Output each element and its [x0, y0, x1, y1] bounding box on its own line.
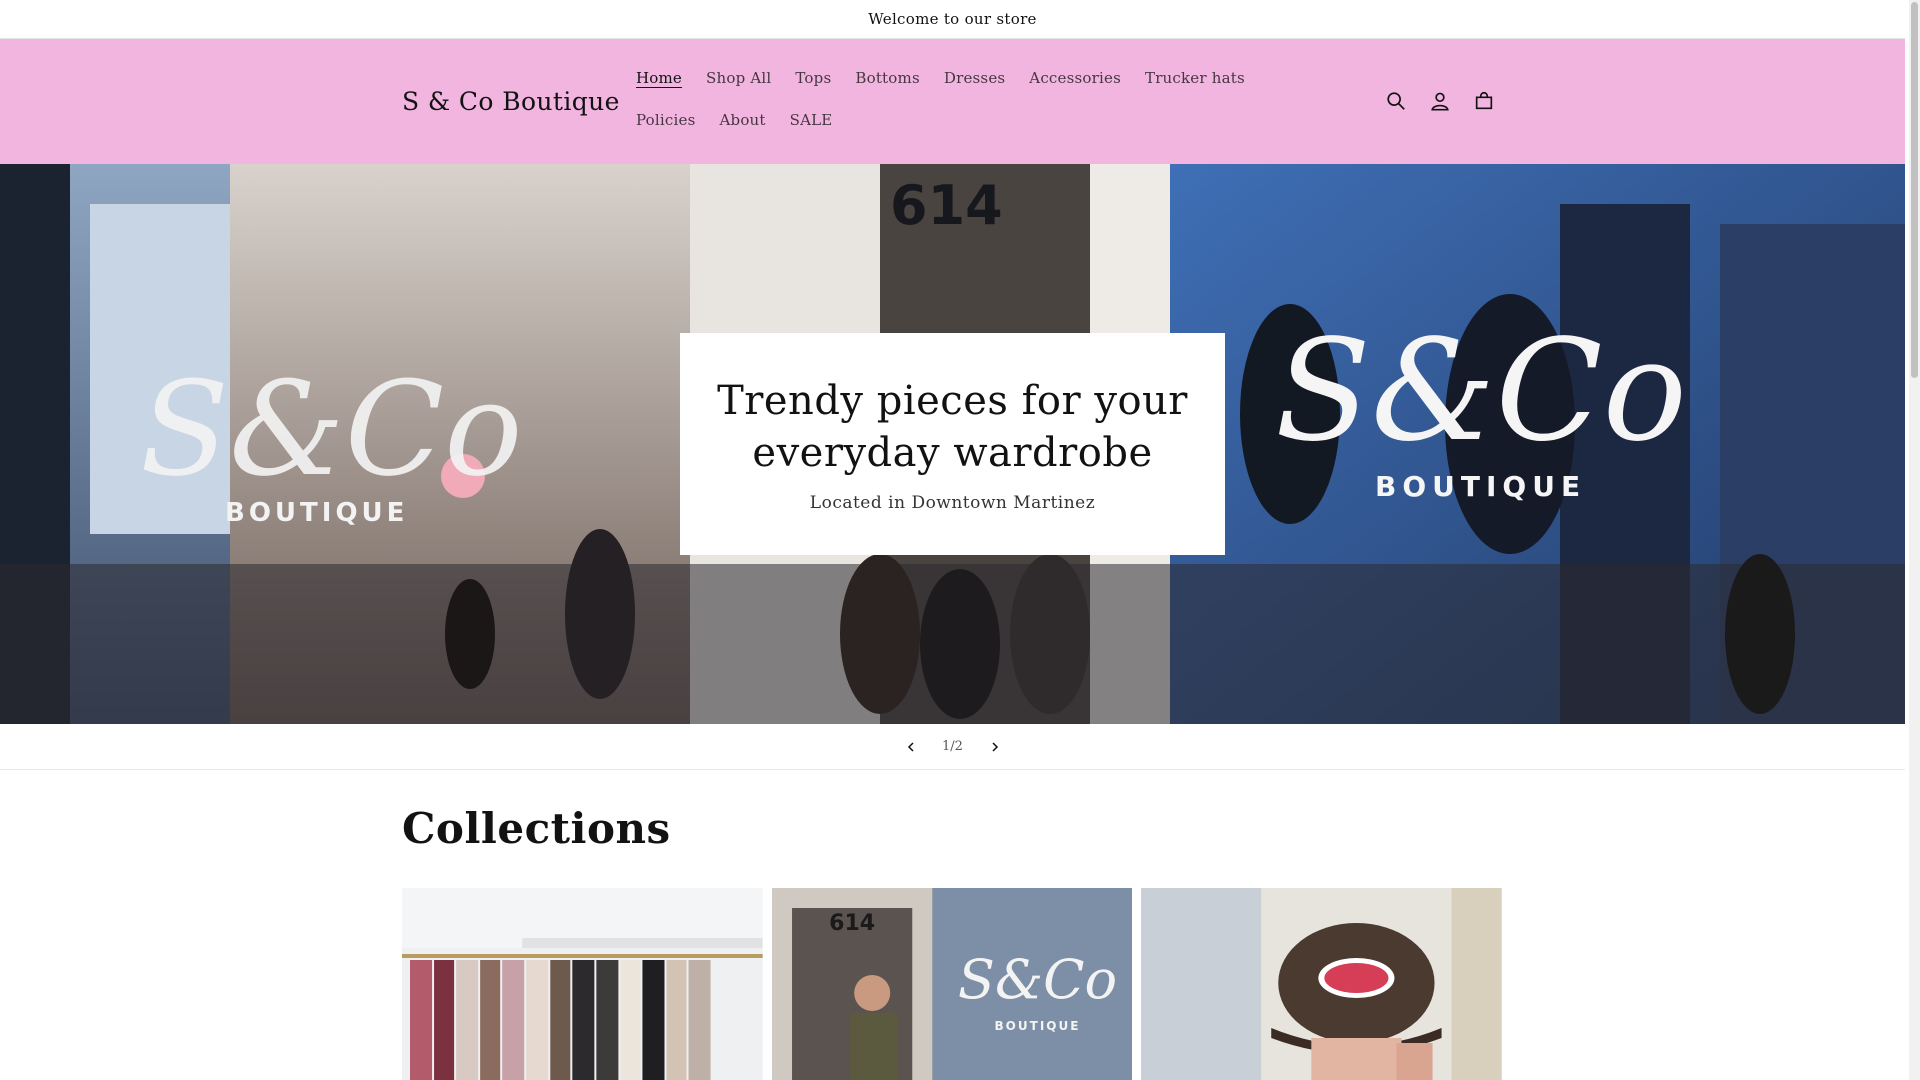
- window-sign-sub-left: BOUTIQUE: [225, 498, 408, 528]
- collection-image-clothing-rack: [402, 888, 763, 1080]
- slider-controls: 1/2: [0, 724, 1905, 770]
- nav-item-home[interactable]: Home: [624, 57, 694, 99]
- account-button[interactable]: [1418, 79, 1462, 123]
- main-nav: Home Shop All Tops Bottoms Dresses Acces…: [624, 57, 1304, 141]
- nav-item-dresses[interactable]: Dresses: [932, 57, 1017, 99]
- card-window-sign-sub: BOUTIQUE: [994, 1019, 1080, 1033]
- announcement-text: Welcome to our store: [868, 10, 1037, 28]
- site-header: S & Co Boutique Home Shop All Tops Botto…: [0, 39, 1905, 164]
- announcement-bar: Welcome to our store: [0, 0, 1905, 39]
- cart-button[interactable]: [1462, 79, 1506, 123]
- nav-item-about[interactable]: About: [707, 99, 777, 141]
- hero-subtitle: Located in Downtown Martinez: [809, 493, 1096, 513]
- address-number: 614: [890, 174, 1003, 237]
- slider-counter: 1/2: [942, 739, 963, 754]
- store-logo[interactable]: S & Co Boutique: [402, 39, 620, 164]
- nav-item-tops[interactable]: Tops: [783, 57, 843, 99]
- nav-item-trucker-hats[interactable]: Trucker hats: [1133, 57, 1257, 99]
- card-window-sign: S&Co: [958, 948, 1117, 1011]
- chevron-left-icon: [907, 741, 914, 752]
- page-scrollbar[interactable]: [1909, 0, 1920, 1080]
- search-button[interactable]: [1374, 79, 1418, 123]
- window-sign-sub-right: BOUTIQUE: [1375, 470, 1586, 503]
- hero-text-box: Trendy pieces for your everyday wardrobe…: [680, 333, 1225, 555]
- header-icons: [1374, 79, 1506, 123]
- nav-item-sale[interactable]: SALE: [778, 99, 845, 141]
- hero-title: Trendy pieces for your everyday wardrobe: [717, 378, 1188, 476]
- search-icon: [1387, 92, 1405, 110]
- collection-image-storefront: 614 S&Co BOUTIQUE: [771, 888, 1133, 1080]
- nav-item-policies[interactable]: Policies: [624, 99, 707, 141]
- collection-card-clothing-rack[interactable]: [402, 888, 763, 1080]
- window-sign-left: S&Co: [140, 353, 523, 505]
- scrollbar-thumb[interactable]: [1911, 2, 1918, 378]
- collection-image-trucker-hat: [1141, 888, 1503, 1080]
- slider-next-button[interactable]: [973, 725, 1017, 769]
- slider-prev-button[interactable]: [889, 725, 933, 769]
- collection-card-storefront[interactable]: 614 S&Co BOUTIQUE: [771, 888, 1133, 1080]
- window-sign-right: S&Co: [1275, 310, 1687, 473]
- chevron-right-icon: [991, 741, 998, 752]
- storefront-page: Welcome to our store S & Co Boutique Hom…: [0, 0, 1905, 1080]
- account-icon: [1431, 92, 1449, 111]
- nav-item-bottoms[interactable]: Bottoms: [843, 57, 931, 99]
- nav-item-shop-all[interactable]: Shop All: [694, 57, 783, 99]
- collection-card-trucker-hat[interactable]: [1141, 888, 1503, 1080]
- nav-item-accessories[interactable]: Accessories: [1017, 57, 1133, 99]
- card-address-number: 614: [829, 911, 875, 936]
- cart-icon: [1475, 92, 1493, 110]
- hero-slideshow: 614 S&Co BOUTIQUE S&Co BOUTIQUE Trendy p…: [0, 164, 1905, 724]
- collections-grid: 614 S&Co BOUTIQUE: [402, 888, 1503, 1080]
- collections-title: Collections: [402, 804, 671, 853]
